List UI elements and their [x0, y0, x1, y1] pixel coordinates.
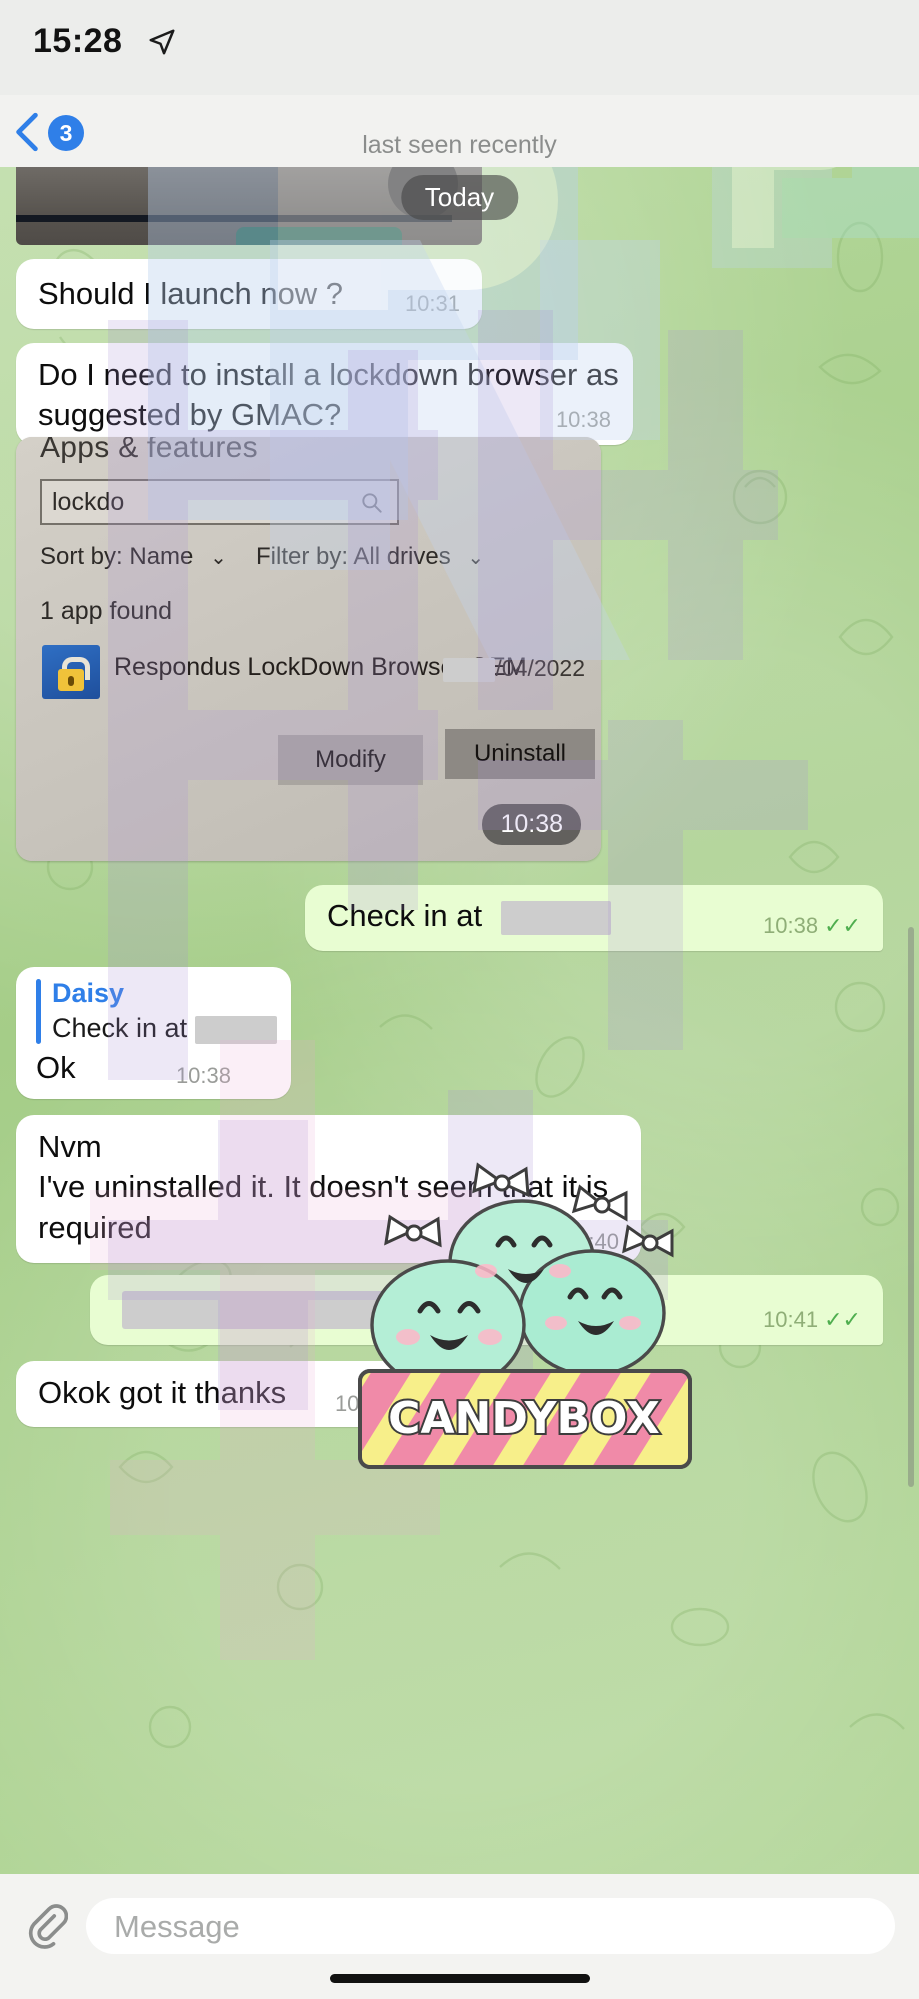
photo-sort-by-label: Sort by: — [40, 543, 123, 570]
message-input-placeholder: Message — [114, 1909, 240, 1944]
status-bar-time: 15:28 — [33, 22, 123, 60]
date-divider: Today — [400, 175, 519, 220]
photo-uninstall-button[interactable]: Uninstall — [445, 729, 595, 779]
message-time: 10:38 — [175, 1063, 231, 1088]
message-text: Do I need to install a lockdown browser … — [38, 357, 619, 433]
paperclip-icon[interactable] — [24, 1902, 68, 1950]
home-indicator — [329, 1974, 590, 1983]
candybox-sticker[interactable]: CANDYBOX — [352, 1145, 697, 1495]
read-ticks-icon: ✓✓ — [824, 913, 861, 938]
chevron-down-icon: ⌄ — [467, 547, 485, 569]
telegram-chat-screen: 15:28 3 last seen recently Today Should … — [0, 0, 919, 1999]
photo-filter-by-value: All drives — [353, 543, 451, 570]
chat-header: 3 last seen recently — [0, 95, 919, 167]
photo-search-field[interactable]: lockdo — [40, 479, 399, 525]
messages-container: Today Should I launch now ? 10:31 Do I n… — [0, 167, 919, 1874]
photo-shape — [236, 227, 402, 245]
reply-author: Daisy — [52, 978, 125, 1008]
lock-icon — [42, 645, 100, 699]
message-bubble-incoming[interactable]: Should I launch now ? 10:31 — [16, 259, 482, 329]
chat-subtitle: last seen recently — [362, 131, 557, 159]
photo-sort-by-value: Name — [129, 543, 194, 570]
message-text: Check in at — [327, 898, 483, 933]
message-time: 10:41 ✓✓ — [763, 1307, 861, 1332]
location-arrow-icon — [149, 29, 175, 55]
scrollbar[interactable] — [908, 927, 914, 1487]
read-ticks-icon: ✓✓ — [824, 1307, 861, 1332]
message-bubble-incoming[interactable]: Okok got it thanks 10:41 — [16, 1361, 406, 1427]
message-bubble-incoming[interactable]: Daisy Check in at Ok 10:38 — [16, 967, 291, 1099]
magnifier-icon — [362, 493, 382, 513]
message-time: 10:31 — [404, 291, 460, 316]
sticker-art: CANDYBOX — [358, 1162, 692, 1469]
message-time: 10:38 ✓✓ — [763, 913, 861, 938]
message-time: 10:38 — [555, 407, 611, 432]
photo-window-title: Apps & features — [40, 437, 258, 464]
reply-text: Check in at — [52, 1011, 291, 1046]
status-bar: 15:28 — [0, 0, 919, 95]
redacted-block — [195, 1015, 278, 1044]
sticker-label: CANDYBOX — [388, 1393, 660, 1444]
message-list[interactable]: Today Should I launch now ? 10:31 Do I n… — [0, 167, 919, 1874]
photo-filter-by-label: Filter by: — [256, 543, 349, 570]
photo-install-date: /04/2022 — [443, 655, 585, 682]
message-bubble-outgoing[interactable]: Check in at 10:38 ✓✓ — [305, 885, 883, 951]
photo-shape — [16, 215, 452, 222]
photo-message[interactable]: Apps & features lockdo Sort by: Name ⌄ F… — [16, 437, 601, 861]
windows-apps-features-photo: Apps & features lockdo Sort by: Name ⌄ F… — [16, 437, 601, 861]
photo-result-count: 1 app found — [40, 597, 173, 625]
redacted-block — [500, 900, 611, 935]
chevron-down-icon: ⌄ — [210, 547, 227, 569]
reply-quote[interactable]: Daisy Check in at — [36, 977, 291, 1046]
message-bubble-incoming[interactable]: Do I need to install a lockdown browser … — [16, 343, 633, 445]
message-input[interactable]: Message — [86, 1898, 895, 1954]
photo-search-value: lockdo — [52, 488, 125, 516]
photo-modify-button[interactable]: Modify — [278, 735, 423, 785]
message-text: Ok — [36, 1049, 76, 1085]
photo-filter-by[interactable]: Filter by: All drives ⌄ — [256, 543, 484, 571]
message-time: 10:38 — [482, 804, 581, 845]
photo-sort-by[interactable]: Sort by: Name ⌄ — [40, 543, 227, 571]
